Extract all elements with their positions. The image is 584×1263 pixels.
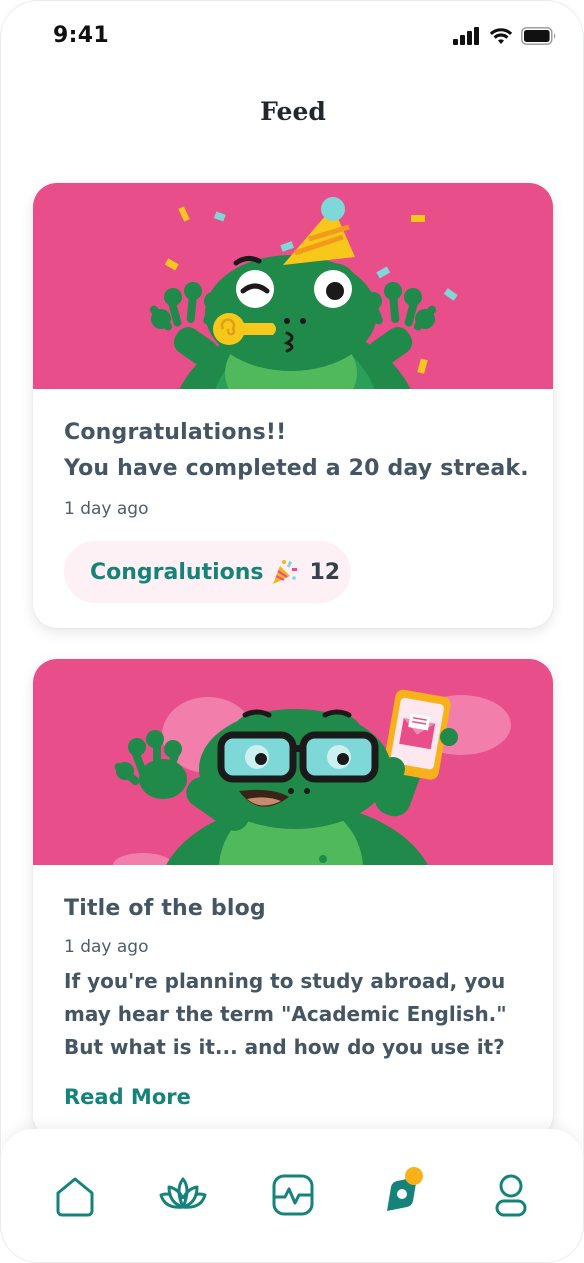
home-icon [56,1177,94,1217]
nav-meditation[interactable] [159,1171,207,1219]
nav-activity[interactable] [269,1171,317,1219]
blog-timestamp: 1 day ago [64,937,149,957]
blog-illustration [33,659,553,865]
blog-card[interactable]: Title of the blog 1 day ago If you're pl… [33,659,553,1139]
achievement-title-line-2: You have completed a 20 day streak. [64,456,529,481]
status-bar: 9:41 [1,1,583,71]
wifi-icon [489,28,513,44]
nav-profile[interactable] [487,1171,535,1219]
battery-icon [521,27,556,45]
page-title: Feed [260,97,326,126]
notification-badge [405,1167,423,1185]
nav-home[interactable] [51,1171,99,1219]
lotus-icon [159,1177,207,1209]
blog-excerpt: If you're planning to study abroad, you … [64,969,507,1059]
heart-rate-icon [272,1174,314,1216]
app-frame: 9:41 Feed Congratulations!! You have com… [0,0,584,1263]
cellular-signal-icon [453,27,479,45]
reaction-count: 12 [309,559,341,585]
nav-feed[interactable] [379,1167,427,1219]
frog-with-phone-illustration [113,689,511,865]
achievement-title-line-1: Congratulations!! [64,420,287,445]
party-frog-illustration [149,197,458,389]
reaction-label: Congralutions [90,559,264,585]
achievement-card[interactable]: Congratulations!! You have completed a 2… [33,183,553,628]
achievement-illustration [33,183,553,389]
congratulations-reaction-button[interactable]: Congralutions 12 [64,541,351,603]
bottom-navigation [1,1129,583,1262]
blog-title[interactable]: Title of the blog [64,891,266,927]
profile-icon [495,1174,527,1217]
status-time: 9:41 [53,23,109,48]
status-icons [453,27,557,45]
read-more-link[interactable]: Read More [64,1085,191,1109]
achievement-timestamp: 1 day ago [64,499,149,519]
party-popper-icon [272,560,297,584]
